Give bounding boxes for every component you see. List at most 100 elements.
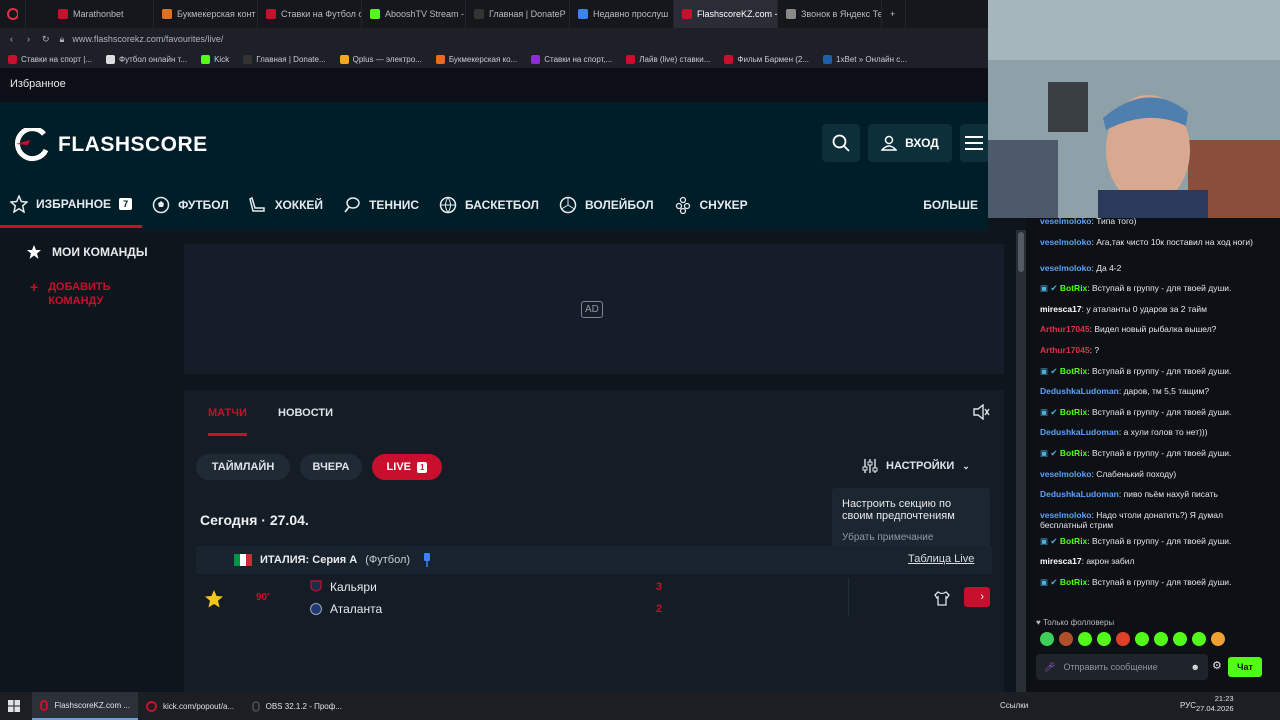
emote-icon[interactable] bbox=[1211, 632, 1225, 646]
emote-icon[interactable] bbox=[1040, 632, 1054, 646]
browser-tab[interactable]: Букмекерская конт bbox=[154, 0, 258, 28]
chat-username[interactable]: veselmoloko bbox=[1040, 469, 1092, 479]
forward-icon[interactable]: › bbox=[27, 34, 30, 44]
filter-yesterday-button[interactable]: ВЧЕРА bbox=[300, 454, 362, 480]
chat-username[interactable]: BotRix bbox=[1060, 577, 1087, 587]
browser-menu-button[interactable] bbox=[0, 0, 26, 28]
bookmark-item[interactable]: Главная | Donate... bbox=[243, 54, 326, 64]
league-name[interactable]: ИТАЛИЯ: Серия А bbox=[260, 554, 357, 566]
chat-username[interactable]: veselmoloko bbox=[1040, 237, 1092, 247]
url-text[interactable]: www.flashscorekz.com/favourites/live/ bbox=[72, 34, 223, 44]
bookmark-item[interactable]: Футбол онлайн т... bbox=[106, 54, 187, 64]
new-tab-button[interactable]: + bbox=[882, 0, 906, 28]
filter-timeline-button[interactable]: ТАЙМЛАЙН bbox=[196, 454, 290, 480]
scrollbar-thumb[interactable] bbox=[1018, 232, 1024, 272]
emote-icon[interactable] bbox=[1154, 632, 1168, 646]
bookmark-item[interactable]: Букмекерская ко... bbox=[435, 54, 517, 64]
chat-username[interactable]: DedushkaLudoman bbox=[1040, 489, 1119, 499]
emote-icon[interactable] bbox=[1135, 632, 1149, 646]
browser-tab[interactable]: Звонок в Яндекс Те bbox=[778, 0, 882, 28]
chat-username[interactable]: Arthur17045 bbox=[1040, 324, 1090, 334]
chat-send-button[interactable]: Чат bbox=[1228, 657, 1262, 677]
league-header[interactable]: ИТАЛИЯ: Серия А (Футбол) bbox=[196, 546, 992, 574]
mic-icon[interactable]: 🎤︎ bbox=[1044, 662, 1055, 673]
chat-username[interactable]: BotRix bbox=[1060, 536, 1087, 546]
tray-links[interactable]: Ссылки bbox=[1000, 701, 1028, 710]
reload-icon[interactable]: ↻ bbox=[42, 34, 50, 45]
pin-icon[interactable] bbox=[422, 553, 432, 567]
emote-icon[interactable] bbox=[1059, 632, 1073, 646]
sport-nav-item[interactable]: ФУТБОЛ bbox=[142, 182, 239, 228]
tab-news[interactable]: НОВОСТИ bbox=[278, 407, 333, 433]
sport-nav-item[interactable]: БОЛЬШЕ bbox=[913, 182, 988, 228]
lineup-jersey-icon[interactable] bbox=[934, 590, 950, 611]
chat-username[interactable]: BotRix bbox=[1060, 448, 1087, 458]
chat-username[interactable]: DedushkaLudoman bbox=[1040, 386, 1119, 396]
bookmark-favicon-icon bbox=[626, 54, 636, 64]
tooltip-dismiss-link[interactable]: Убрать примечание bbox=[842, 532, 980, 543]
sport-nav-item[interactable]: ВОЛЕЙБОЛ bbox=[549, 182, 664, 228]
chat-username[interactable]: miresca17 bbox=[1040, 304, 1082, 314]
table-live-link[interactable]: Таблица Live bbox=[908, 553, 974, 565]
emote-icon[interactable] bbox=[1078, 632, 1092, 646]
back-icon[interactable]: ‹ bbox=[10, 34, 13, 44]
favourite-star-icon[interactable] bbox=[204, 589, 224, 614]
away-score: 2 bbox=[656, 603, 663, 615]
sport-nav-item[interactable]: ХОККЕЙ bbox=[239, 182, 333, 228]
chat-username[interactable]: BotRix bbox=[1060, 366, 1087, 376]
bookmark-item[interactable]: Фильм Бармен (2... bbox=[724, 54, 809, 64]
bookmark-item[interactable]: Ставки на спорт,... bbox=[531, 54, 612, 64]
tab-matches[interactable]: МАТЧИ bbox=[208, 407, 247, 436]
browser-tab[interactable]: Недавно прослуш bbox=[570, 0, 674, 28]
chat-settings-icon[interactable]: ⚙ bbox=[1212, 659, 1222, 672]
chat-text: : Типа того) bbox=[1091, 216, 1137, 226]
ad-banner[interactable]: AD bbox=[184, 244, 1004, 374]
emote-icon[interactable] bbox=[1192, 632, 1206, 646]
start-button[interactable] bbox=[0, 692, 32, 720]
bookmark-item[interactable]: 1xBet » Онлайн с... bbox=[823, 54, 907, 64]
bookmark-item[interactable]: Qplus — электро... bbox=[339, 54, 422, 64]
settings-dropdown[interactable]: НАСТРОЙКИ ⌄ bbox=[862, 458, 970, 474]
live-stream-button[interactable]: › bbox=[964, 587, 990, 607]
emoji-icon[interactable]: ☻ bbox=[1191, 662, 1200, 672]
login-button[interactable]: ВХОД bbox=[868, 124, 952, 162]
taskbar-item[interactable]: kick.com/popout/a... bbox=[138, 692, 244, 720]
emote-icon[interactable] bbox=[1116, 632, 1130, 646]
add-team-button[interactable]: + ДОБАВИТЬ КОМАНДУ bbox=[30, 280, 128, 308]
browser-tab[interactable]: Главная | DonateP bbox=[466, 0, 570, 28]
match-row[interactable]: 90' Кальяри Аталанта 3 2 › bbox=[196, 576, 992, 622]
sport-nav-item[interactable]: БАСКЕТБОЛ bbox=[429, 182, 549, 228]
language-indicator[interactable]: РУС bbox=[1180, 701, 1196, 710]
page-scrollbar[interactable] bbox=[1016, 230, 1026, 692]
hamburger-menu-button[interactable] bbox=[960, 124, 988, 162]
chat-username[interactable]: BotRix bbox=[1060, 407, 1087, 417]
chat-username[interactable]: Arthur17045 bbox=[1040, 345, 1090, 355]
browser-tab[interactable]: Ставки на Футбол о bbox=[258, 0, 362, 28]
emote-icon[interactable] bbox=[1097, 632, 1111, 646]
bookmark-item[interactable]: Лайв (live) ставки... bbox=[626, 54, 710, 64]
chat-username[interactable]: DedushkaLudoman bbox=[1040, 427, 1119, 437]
chat-username[interactable]: miresca17 bbox=[1040, 556, 1082, 566]
chat-username[interactable]: BotRix bbox=[1060, 283, 1087, 293]
chat-username[interactable]: veselmoloko bbox=[1040, 216, 1092, 226]
chat-username[interactable]: veselmoloko bbox=[1040, 510, 1092, 520]
bookmark-item[interactable]: Kick bbox=[201, 54, 229, 64]
chat-username[interactable]: veselmoloko bbox=[1040, 263, 1092, 273]
browser-tab[interactable]: Marathonbet bbox=[50, 0, 154, 28]
browser-tab[interactable]: AbooshTV Stream - bbox=[362, 0, 466, 28]
taskbar-item[interactable]: FlashscoreKZ.com ... bbox=[32, 692, 138, 720]
sport-nav-item[interactable]: ТЕННИС bbox=[333, 182, 429, 228]
taskbar-item[interactable]: OBS 32.1.2 - Проф... bbox=[244, 692, 350, 720]
browser-tab[interactable]: FlashscoreKZ.com - Избр bbox=[674, 0, 778, 28]
mute-sound-icon[interactable] bbox=[972, 403, 990, 425]
sport-nav-label: СНУКЕР bbox=[699, 198, 748, 212]
sport-nav-item[interactable]: ИЗБРАННОЕ 7 bbox=[0, 182, 143, 228]
system-clock[interactable]: 21:23 27.04.2026 bbox=[1196, 694, 1234, 714]
chat-message-input[interactable]: 🎤︎ Отправить сообщение ☻ bbox=[1036, 654, 1208, 680]
emote-icon[interactable] bbox=[1173, 632, 1187, 646]
flashscore-logo[interactable]: FLASHSCORE bbox=[14, 128, 208, 162]
bookmark-item[interactable]: Ставки на спорт |... bbox=[8, 54, 92, 64]
sport-nav-item[interactable]: СНУКЕР bbox=[664, 182, 758, 228]
search-button[interactable] bbox=[822, 124, 860, 162]
filter-live-button[interactable]: LIVE 1 bbox=[372, 454, 442, 480]
